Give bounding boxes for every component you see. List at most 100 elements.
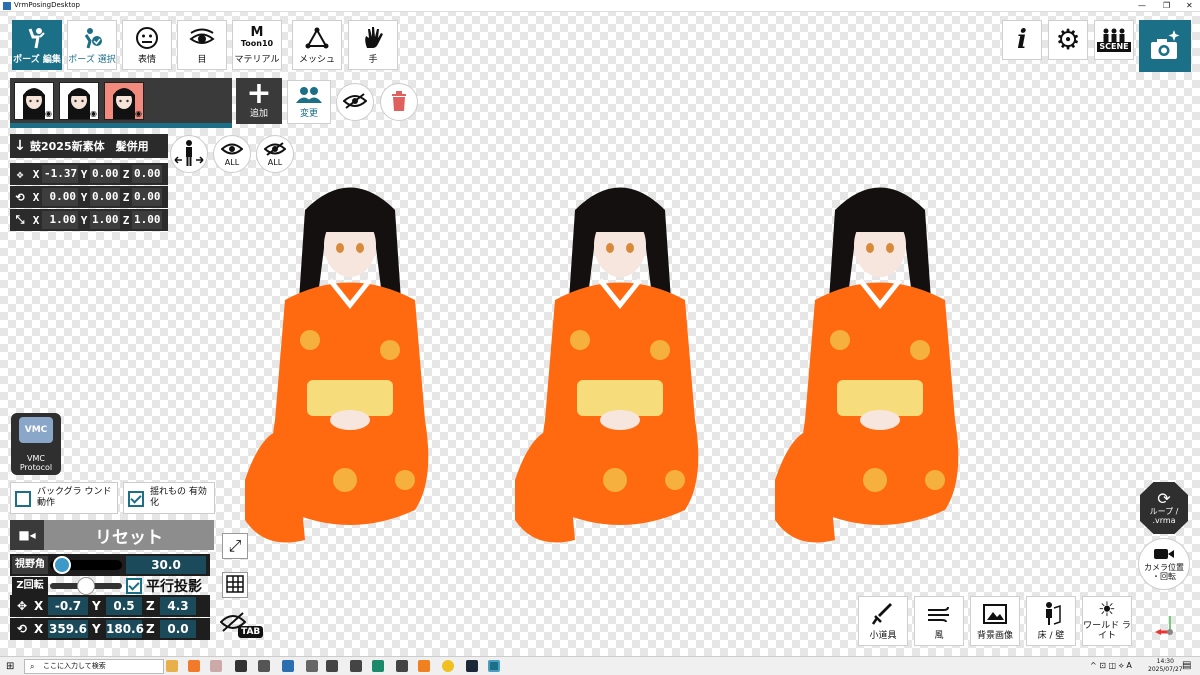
- object-name-bar[interactable]: ↓ 鼓2025新素体 髪併用: [10, 134, 168, 158]
- person-floor-icon: [1040, 597, 1062, 631]
- camera-pos-x[interactable]: -0.7: [48, 597, 88, 615]
- file-explorer-icon[interactable]: [166, 660, 178, 672]
- vrm-posing-icon[interactable]: [488, 660, 500, 672]
- rotation-row: ⟲ X 0.00 Y 0.00 Z 0.00: [10, 186, 168, 208]
- clock[interactable]: 14:30 2025/07/27: [1148, 658, 1183, 674]
- unity-icon[interactable]: [350, 660, 362, 672]
- scene-button[interactable]: SCENE: [1094, 20, 1134, 60]
- hide-ui-tab-button[interactable]: TAB: [219, 612, 264, 642]
- app-icon[interactable]: [258, 660, 270, 672]
- scale-y[interactable]: 1.00: [90, 211, 120, 229]
- avatar-thumb-1[interactable]: ◉: [14, 82, 54, 120]
- add-avatar-button[interactable]: + 追加: [236, 78, 282, 124]
- camera-reset-button[interactable]: ■◂ リセット: [10, 520, 214, 550]
- hand-button[interactable]: 手: [348, 20, 398, 70]
- firefox-icon[interactable]: [188, 660, 200, 672]
- app-icon[interactable]: [210, 660, 222, 672]
- background-run-checkbox[interactable]: [15, 491, 31, 507]
- camera-rot-y[interactable]: 180.6: [106, 620, 144, 638]
- pose-select-button[interactable]: ポーズ 選択: [67, 20, 117, 70]
- material-button[interactable]: M Toon10 マテリアル: [232, 20, 282, 70]
- position-y[interactable]: 0.00: [90, 165, 120, 183]
- visible-eye-icon[interactable]: ◉: [135, 109, 142, 118]
- avatar-thumb-2[interactable]: ◉: [59, 82, 99, 120]
- zrot-slider-knob[interactable]: [77, 577, 95, 595]
- hide-avatar-button[interactable]: [336, 83, 374, 121]
- app-icon[interactable]: [306, 660, 318, 672]
- minimize-button[interactable]: —: [1138, 0, 1146, 11]
- eye-button[interactable]: 目: [177, 20, 227, 70]
- move-icon: ✥: [16, 167, 24, 181]
- character-1[interactable]: [245, 188, 428, 543]
- rotation-z[interactable]: 0.00: [132, 188, 162, 206]
- maximize-button[interactable]: ❐: [1163, 0, 1170, 11]
- taskbar-search[interactable]: ⌕ ここに入力して検索: [24, 659, 164, 674]
- camera-rot-z[interactable]: 0.0: [160, 620, 196, 638]
- notification-icon[interactable]: ▤: [1182, 660, 1191, 671]
- steam-icon[interactable]: [466, 660, 478, 672]
- loop-vrma-button[interactable]: ⟳ ループ / .vrma: [1140, 482, 1188, 534]
- delete-avatar-button[interactable]: [380, 83, 418, 121]
- video-camera-icon: [1153, 547, 1175, 563]
- world-light-button[interactable]: ☀ ワールド ライト: [1082, 596, 1132, 646]
- change-avatar-button[interactable]: 変更: [287, 80, 331, 124]
- unity-icon[interactable]: [326, 660, 338, 672]
- position-x[interactable]: -1.37: [42, 165, 78, 183]
- settings-button[interactable]: ⚙: [1048, 20, 1088, 60]
- fullscreen-button[interactable]: ⤢: [222, 533, 248, 559]
- wind-button[interactable]: 風: [914, 596, 964, 646]
- vmc-protocol-button[interactable]: VMC VMC Protocol: [11, 413, 61, 475]
- avatar-thumb-3-selected[interactable]: ◉: [104, 82, 144, 120]
- prop-button[interactable]: 小道具: [858, 596, 908, 646]
- grid-button[interactable]: [222, 572, 248, 598]
- background-run-toggle[interactable]: バックグラ ウンド動作: [10, 482, 118, 514]
- character-2[interactable]: [515, 188, 698, 543]
- ortho-label: 平行投影: [146, 579, 202, 595]
- zrot-slider[interactable]: [50, 577, 122, 595]
- show-all-button[interactable]: ALL: [213, 135, 251, 173]
- rotation-x[interactable]: 0.00: [42, 188, 78, 206]
- position-z[interactable]: 0.00: [132, 165, 162, 183]
- fov-slider-knob[interactable]: [52, 556, 71, 574]
- windows-start-icon[interactable]: ⊞: [6, 661, 14, 672]
- camera-rot-x[interactable]: 359.6: [48, 620, 88, 638]
- title-bar: VrmPosingDesktop — ❐ ✕: [0, 0, 1200, 12]
- unity-icon[interactable]: [396, 660, 408, 672]
- character-3[interactable]: [775, 188, 958, 543]
- pose-check-icon: [80, 21, 104, 55]
- info-button[interactable]: i: [1002, 20, 1042, 60]
- visible-eye-icon[interactable]: ◉: [45, 109, 52, 118]
- close-button[interactable]: ✕: [1186, 0, 1193, 11]
- floor-wall-button[interactable]: 床 / 壁: [1026, 596, 1076, 646]
- scale-z[interactable]: 1.00: [132, 211, 162, 229]
- pose-edit-button[interactable]: ポーズ 編集: [12, 20, 62, 70]
- camera-pos-y[interactable]: 0.5: [106, 597, 142, 615]
- fov-value[interactable]: 30.0: [126, 556, 206, 574]
- viewport-characters[interactable]: [215, 170, 1195, 570]
- app-icon[interactable]: [372, 660, 384, 672]
- blender-icon[interactable]: [418, 660, 430, 672]
- rotation-y[interactable]: 0.00: [90, 188, 120, 206]
- wind-label: 風: [934, 631, 944, 641]
- app-icon[interactable]: [442, 660, 454, 672]
- fov-slider[interactable]: [50, 556, 122, 574]
- scale-x[interactable]: 1.00: [42, 211, 78, 229]
- axis-gizmo[interactable]: [1150, 612, 1190, 652]
- expression-button[interactable]: 表情: [122, 20, 172, 70]
- visible-eye-icon[interactable]: ◉: [90, 109, 97, 118]
- app-icon[interactable]: [235, 660, 247, 672]
- tray-icons[interactable]: ^ ⊡ ◫ ⟡ A: [1090, 661, 1132, 671]
- image-icon: [983, 597, 1007, 631]
- hide-all-button[interactable]: ALL: [256, 135, 294, 173]
- ortho-checkbox[interactable]: [126, 578, 142, 594]
- eye-slash-icon: [342, 93, 368, 111]
- physics-checkbox[interactable]: [128, 491, 144, 507]
- camera-pos-z[interactable]: 4.3: [160, 597, 196, 615]
- body-move-button[interactable]: [170, 135, 208, 173]
- camera-position-button[interactable]: カメラ位置 ・回転: [1138, 538, 1190, 590]
- physics-toggle[interactable]: 揺れもの 有効化: [123, 482, 215, 514]
- mesh-button[interactable]: メッシュ: [292, 20, 342, 70]
- screenshot-button[interactable]: [1139, 20, 1191, 72]
- background-image-button[interactable]: 背景画像: [970, 596, 1020, 646]
- vscode-icon[interactable]: [282, 660, 294, 672]
